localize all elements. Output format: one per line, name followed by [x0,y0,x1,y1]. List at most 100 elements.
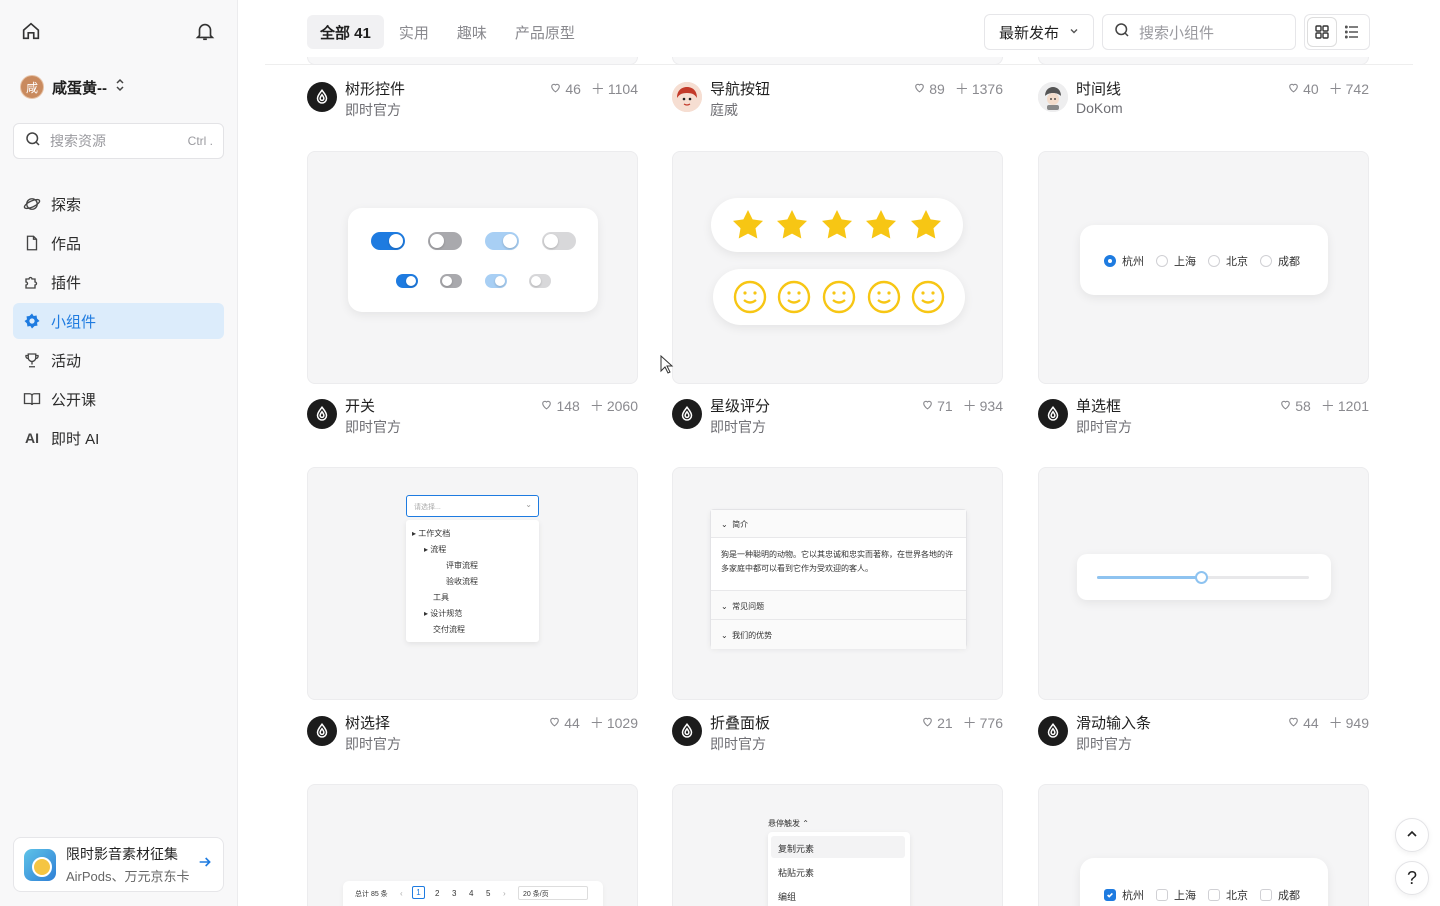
resource-search-input[interactable]: 搜索资源 Ctrl . [13,123,224,159]
card-author[interactable]: 即时官方 [345,100,401,120]
like-count[interactable]: 46 [549,81,581,97]
card-title[interactable]: 开关 [345,395,375,416]
sidebar-item-widgets[interactable]: 小组件 [13,303,224,339]
widget-card-meta[interactable]: 树选择 即时官方 44 ＋ 1029 [307,712,638,752]
widget-card-meta[interactable]: 时间线 DoKom 40 ＋ 742 [1038,78,1369,118]
card-thumbnail-partial[interactable] [672,57,1003,65]
widget-card-meta[interactable]: 单选框 即时官方 58 ＋ 1201 [1038,395,1369,435]
page-item: 3 [452,889,457,898]
page-item: 2 [435,889,440,898]
like-count[interactable]: 44 [1287,715,1319,731]
card-author[interactable]: 庭威 [710,100,738,120]
card-author[interactable]: 即时官方 [345,417,401,437]
like-count[interactable]: 44 [548,715,580,731]
card-thumbnail-radio[interactable]: 杭州 上海 北京 成都 [1038,151,1369,384]
tab-all[interactable]: 全部 41 [307,15,384,49]
view-toggle [1304,14,1370,50]
card-title[interactable]: 折叠面板 [710,712,770,733]
widget-card-meta[interactable]: 树形控件 即时官方 46 ＋ 1104 [307,78,638,118]
radio-group: 杭州 上海 北京 成都 [1104,253,1300,269]
use-count[interactable]: ＋ 934 [963,396,1003,416]
like-value: 148 [556,398,580,414]
use-count[interactable]: ＋ 1104 [591,79,638,99]
card-title[interactable]: 单选框 [1076,395,1121,416]
sort-select[interactable]: 最新发布 [984,14,1094,50]
category-tabs: 全部 41 实用 趣味 产品原型 [307,15,590,49]
widget-card-meta[interactable]: 星级评分 即时官方 71 ＋ 934 [672,395,1003,435]
chevron-up-icon [1405,825,1419,846]
card-thumbnail-partial[interactable] [1038,57,1369,65]
promo-banner[interactable]: 限时影音素材征集 AirPods、万元京东卡 [13,837,224,892]
like-value: 58 [1295,398,1311,414]
card-thumbnail-switch[interactable] [307,151,638,384]
heart-icon [921,398,934,414]
list-view-icon[interactable] [1338,18,1366,46]
search-icon [1113,21,1131,44]
use-count[interactable]: ＋ 1029 [590,713,638,733]
like-count[interactable]: 40 [1287,81,1319,97]
like-value: 44 [1303,715,1319,731]
use-count[interactable]: ＋ 2060 [590,396,638,416]
card-author[interactable]: 即时官方 [1076,417,1132,437]
use-count[interactable]: ＋ 742 [1329,79,1369,99]
like-value: 46 [565,81,581,97]
widget-card-meta[interactable]: 折叠面板 即时官方 21 ＋ 776 [672,712,1003,752]
help-button[interactable]: ? [1395,861,1429,895]
sidebar-item-plugins[interactable]: 插件 [13,264,224,300]
sidebar-item-explore[interactable]: 探索 [13,186,224,222]
use-count[interactable]: ＋ 1201 [1321,396,1369,416]
card-author[interactable]: 即时官方 [1076,734,1132,754]
like-count[interactable]: 71 [921,398,953,414]
tab-prototype[interactable]: 产品原型 [502,15,588,49]
plus-icon: ＋ [954,81,969,97]
trophy-icon [23,351,41,369]
widget-search-input[interactable]: 搜索小组件 [1102,14,1296,50]
like-count[interactable]: 148 [540,398,580,414]
grid-view-icon[interactable] [1308,18,1336,46]
use-count[interactable]: ＋ 776 [963,713,1003,733]
dropdown-item: 复制元素 [778,844,815,854]
bell-icon[interactable] [194,20,216,47]
tab-fun[interactable]: 趣味 [444,15,500,49]
sidebar-item-courses[interactable]: 公开课 [13,381,224,417]
card-author[interactable]: 即时官方 [710,417,766,437]
checkbox-label: 上海 [1174,890,1196,902]
card-title[interactable]: 导航按钮 [710,78,770,99]
widget-card-meta[interactable]: 开关 即时官方 148 ＋ 2060 [307,395,638,435]
card-thumbnail-rating[interactable] [672,151,1003,384]
tab-practical[interactable]: 实用 [386,15,442,49]
card-thumbnail-partial[interactable] [307,57,638,65]
card-title[interactable]: 滑动输入条 [1076,712,1151,733]
sidebar-item-ai[interactable]: AI 即时 AI [13,420,224,456]
card-thumbnail-collapse[interactable]: ⌄ 简介 狗是一种聪明的动物。它以其忠诚和忠实而著称，在世界各地的许多家庭中都可… [672,467,1003,700]
card-thumbnail-slider[interactable] [1038,467,1369,700]
card-author[interactable]: 即时官方 [710,734,766,754]
home-icon[interactable] [20,20,42,47]
card-thumbnail-checkbox[interactable]: 杭州 上海 北京 成都 [1038,784,1369,906]
ai-icon: AI [25,430,39,446]
card-title[interactable]: 时间线 [1076,78,1121,99]
radio-preview-panel: 杭州 上海 北京 成都 [1080,225,1328,295]
sidebar-item-events[interactable]: 活动 [13,342,224,378]
card-thumbnail-dropdown[interactable]: 悬停触发 ⌃ 复制元素 粘贴元素 编组 [672,784,1003,906]
scroll-top-button[interactable] [1395,818,1429,852]
heart-icon [1287,81,1300,97]
like-count[interactable]: 21 [921,715,953,731]
card-title[interactable]: 星级评分 [710,395,770,416]
sidebar-item-works[interactable]: 作品 [13,225,224,261]
card-author[interactable]: DoKom [1076,100,1123,116]
card-title[interactable]: 树形控件 [345,78,405,99]
widget-card-meta[interactable]: 导航按钮 庭威 89 ＋ 1376 [672,78,1003,118]
card-thumbnail-tree-select[interactable]: 请选择... ⌄ ▸ 工作文档 ▸ 流程 评审流程 验收流程 工具 ▸ 设计规范… [307,467,638,700]
widget-card-meta[interactable]: 滑动输入条 即时官方 44 ＋ 949 [1038,712,1369,752]
card-author[interactable]: 即时官方 [345,734,401,754]
use-count[interactable]: ＋ 949 [1329,713,1369,733]
card-stats: 89 ＋ 1376 [913,79,1003,99]
like-count[interactable]: 89 [913,81,945,97]
card-title[interactable]: 树选择 [345,712,390,733]
card-stats: 46 ＋ 1104 [549,79,638,99]
user-switcher[interactable]: 咸 咸蛋黄-- [20,74,125,100]
like-count[interactable]: 58 [1279,398,1311,414]
use-count[interactable]: ＋ 1376 [955,79,1003,99]
card-thumbnail-pagination[interactable]: 总计 85 条 ‹ 1 2 3 4 5 › 20 条/页 [307,784,638,906]
